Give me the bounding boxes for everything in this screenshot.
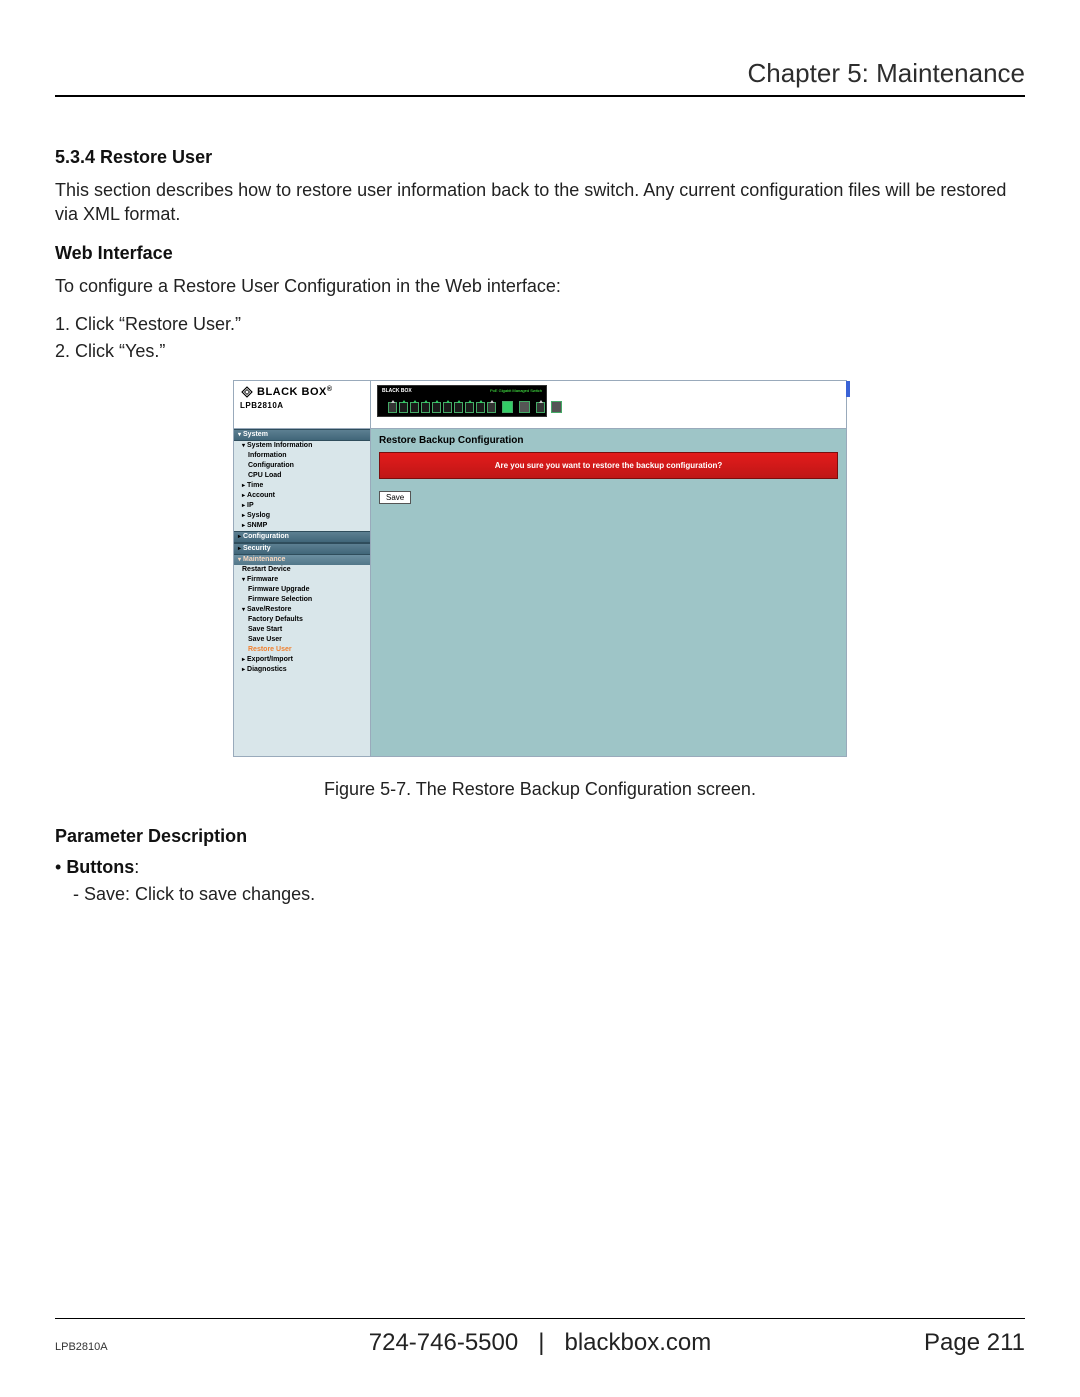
brand-area: BLACK BOX® LPB2810A	[234, 381, 370, 429]
chapter-title: Chapter 5: Maintenance	[55, 58, 1025, 95]
web-interface-heading: Web Interface	[55, 243, 1025, 264]
nav-item-information[interactable]: Information	[234, 451, 370, 461]
buttons-bullet: • Buttons:	[55, 857, 1025, 878]
nav-item-firmware-selection[interactable]: Firmware Selection	[234, 595, 370, 605]
nav-item-snmp[interactable]: SNMP	[234, 521, 370, 531]
brand-model: LPB2810A	[240, 401, 364, 410]
figure-caption: Figure 5-7. The Restore Backup Configura…	[55, 779, 1025, 800]
nav-tree: System System Information Information Co…	[234, 429, 370, 675]
nav-item-configuration[interactable]: Configuration	[234, 531, 370, 543]
nav-item-export-import[interactable]: Export/Import	[234, 655, 370, 665]
nav-item-save-start[interactable]: Save Start	[234, 625, 370, 635]
content-area: Restore Backup Configuration Are you sur…	[371, 429, 846, 511]
left-sidebar: BLACK BOX® LPB2810A System System Inform…	[234, 381, 371, 756]
nav-item-configuration-sub[interactable]: Configuration	[234, 461, 370, 471]
nav-item-system-information[interactable]: System Information	[234, 441, 370, 451]
nav-item-save-restore[interactable]: Save/Restore	[234, 605, 370, 615]
scrollbar-indicator	[846, 381, 850, 397]
nav-item-firmware[interactable]: Firmware	[234, 575, 370, 585]
web-interface-intro: To configure a Restore User Configuratio…	[55, 274, 1025, 298]
screenshot-figure: BLACK BOX® LPB2810A System System Inform…	[233, 380, 847, 757]
nav-item-ip[interactable]: IP	[234, 501, 370, 511]
footer-contact: 724-746-5500 | blackbox.com	[369, 1329, 711, 1357]
device-ports-icon	[388, 401, 562, 413]
nav-item-restart-device[interactable]: Restart Device	[234, 565, 370, 575]
parameter-description-heading: Parameter Description	[55, 826, 1025, 847]
footer-model: LPB2810A	[55, 1341, 108, 1353]
nav-item-factory-defaults[interactable]: Factory Defaults	[234, 615, 370, 625]
save-description: - Save: Click to save changes.	[73, 884, 1025, 905]
page-footer: LPB2810A 724-746-5500 | blackbox.com Pag…	[55, 1318, 1025, 1357]
step-2: 2. Click “Yes.”	[55, 341, 1025, 362]
section-intro: This section describes how to restore us…	[55, 178, 1025, 227]
nav-item-security[interactable]: Security	[234, 543, 370, 555]
device-brand-label: BLACK BOX	[382, 388, 412, 394]
panel-title: Restore Backup Configuration	[379, 435, 838, 446]
header-rule	[55, 95, 1025, 97]
nav-item-firmware-upgrade[interactable]: Firmware Upgrade	[234, 585, 370, 595]
step-1: 1. Click “Restore User.”	[55, 314, 1025, 335]
app-window: BLACK BOX® LPB2810A System System Inform…	[233, 380, 847, 757]
device-model-label: PoE Gigabit Managed Switch	[490, 388, 542, 393]
nav-item-account[interactable]: Account	[234, 491, 370, 501]
brand-name: BLACK BOX®	[257, 386, 333, 398]
nav-item-cpu-load[interactable]: CPU Load	[234, 471, 370, 481]
nav-item-save-user[interactable]: Save User	[234, 635, 370, 645]
footer-page-number: Page 211	[924, 1329, 1025, 1357]
nav-item-syslog[interactable]: Syslog	[234, 511, 370, 521]
nav-item-maintenance[interactable]: Maintenance	[234, 555, 370, 565]
section-heading: 5.3.4 Restore User	[55, 147, 1025, 168]
save-button[interactable]: Save	[379, 491, 411, 504]
document-page: Chapter 5: Maintenance 5.3.4 Restore Use…	[0, 0, 1080, 1397]
main-panel: BLACK BOX PoE Gigabit Managed Switch Res…	[371, 381, 846, 756]
nav-item-diagnostics[interactable]: Diagnostics	[234, 665, 370, 675]
nav-item-time[interactable]: Time	[234, 481, 370, 491]
nav-item-restore-user[interactable]: Restore User	[234, 645, 370, 655]
device-image-bar: BLACK BOX PoE Gigabit Managed Switch	[371, 381, 846, 429]
confirm-banner: Are you sure you want to restore the bac…	[379, 452, 838, 479]
footer-rule	[55, 1318, 1025, 1319]
nav-item-system[interactable]: System	[234, 429, 370, 441]
brand-diamond-icon	[240, 385, 254, 399]
device-image: BLACK BOX PoE Gigabit Managed Switch	[377, 385, 547, 417]
